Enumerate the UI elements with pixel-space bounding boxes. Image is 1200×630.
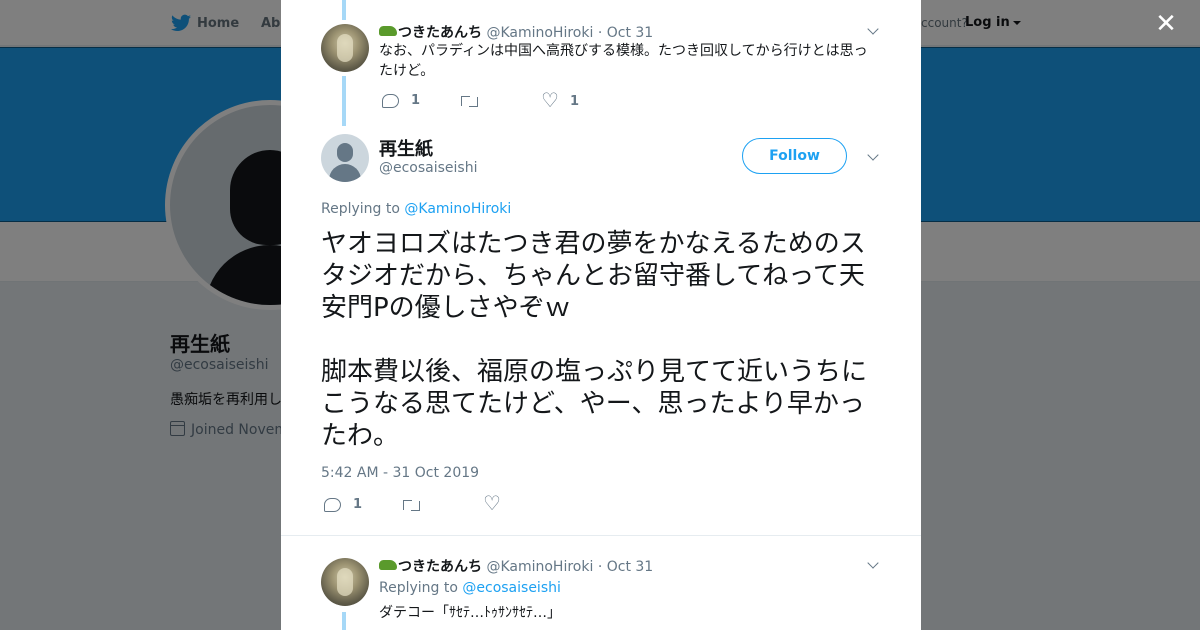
thread-connector-line <box>342 612 346 630</box>
tweet-author-name[interactable]: つきたあんち <box>398 25 482 41</box>
chevron-down-icon[interactable] <box>867 23 879 35</box>
close-icon[interactable]: ✕ <box>1154 11 1178 37</box>
tweet-text: なお、パラディンは中国へ高飛びする模様。たつき回収してから行けとは思ったけど。 <box>379 43 868 79</box>
tweet-author-name[interactable]: 再生紙 <box>379 135 433 161</box>
tweet-author-handle[interactable]: @KaminoHiroki <box>486 25 593 41</box>
divider <box>281 535 921 536</box>
replying-to: Replying to @ecosaiseishi <box>379 580 561 596</box>
replying-prefix: Replying to <box>379 580 458 596</box>
tweet-header: つきたあんち @KaminoHiroki · Oct 31 <box>379 556 653 576</box>
separator-dot: · <box>597 559 603 575</box>
tweet-author-name[interactable]: つきたあんち <box>398 559 482 575</box>
follow-button[interactable]: Follow <box>742 138 847 174</box>
reply-icon <box>382 93 399 108</box>
tweet-header: つきたあんち @KaminoHiroki · Oct 31 <box>379 22 653 42</box>
retweet-icon <box>402 499 421 511</box>
tweet-text: ヤオヨロズはたつき君の夢をかなえるためのスタジオだから、ちゃんとお留守番してねっ… <box>321 229 868 451</box>
emoji-icon <box>379 560 397 570</box>
avatar[interactable] <box>321 24 369 72</box>
tweet-text: ダテコー「ｻｾﾃ…ﾄｩｻﾝｻｾﾃ…」 <box>379 605 561 621</box>
reply-button[interactable]: 1 <box>324 497 362 512</box>
tweet-date[interactable]: Oct 31 <box>607 559 653 575</box>
reply-icon <box>324 497 341 512</box>
like-icon <box>483 493 501 513</box>
replying-to: Replying to @KaminoHiroki <box>321 201 511 217</box>
replying-prefix: Replying to <box>321 201 400 217</box>
retweet-button[interactable] <box>460 95 479 107</box>
avatar[interactable] <box>321 134 369 182</box>
like-button[interactable]: 1 <box>541 90 580 110</box>
retweet-button[interactable] <box>402 499 421 511</box>
like-count: 1 <box>570 94 580 109</box>
tweet-permalink-modal: つきたあんち @KaminoHiroki · Oct 31 なお、パラディンは中… <box>281 0 921 630</box>
thread-connector-line <box>342 76 346 126</box>
thread-connector-line <box>342 0 346 20</box>
avatar[interactable] <box>321 558 369 606</box>
retweet-icon <box>460 95 479 107</box>
like-button[interactable] <box>483 493 501 513</box>
tweet-timestamp[interactable]: 5:42 AM - 31 Oct 2019 <box>321 465 479 481</box>
replying-to-link[interactable]: @ecosaiseishi <box>462 580 561 596</box>
tweet-author-handle[interactable]: @ecosaiseishi <box>379 160 478 176</box>
chevron-down-icon[interactable] <box>867 557 879 569</box>
emoji-icon <box>379 26 397 36</box>
like-icon <box>541 90 559 110</box>
reply-count: 1 <box>411 93 421 108</box>
reply-count: 1 <box>353 497 363 512</box>
chevron-down-icon[interactable] <box>867 149 879 161</box>
tweet-author-handle[interactable]: @KaminoHiroki <box>486 559 593 575</box>
replying-to-link[interactable]: @KaminoHiroki <box>404 201 511 217</box>
reply-button[interactable]: 1 <box>382 93 420 108</box>
tweet-date[interactable]: Oct 31 <box>607 25 653 41</box>
separator-dot: · <box>597 25 603 41</box>
